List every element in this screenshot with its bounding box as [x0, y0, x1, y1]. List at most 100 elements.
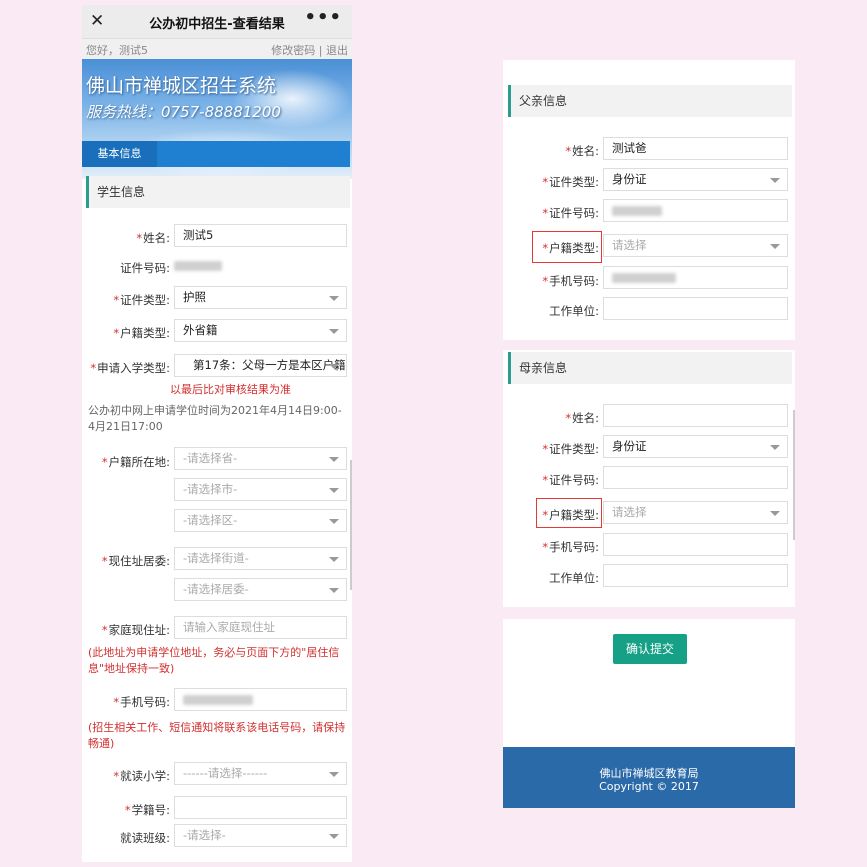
submit-button[interactable]: 确认提交: [613, 634, 687, 664]
logout-link[interactable]: 退出: [326, 44, 348, 57]
father-phone-label: *手机号码:: [542, 274, 599, 288]
hukou-type-select[interactable]: 外省籍: [174, 319, 347, 342]
section-gap: [503, 607, 795, 619]
class-label: 就读班级:: [120, 831, 170, 845]
mother-id-type-select[interactable]: 身份证: [603, 435, 788, 458]
father-name-field[interactable]: 测试爸: [603, 137, 788, 160]
user-bar: 您好，测试5 修改密码 | 退出: [82, 39, 352, 59]
redacted-value: [174, 260, 222, 271]
scrollbar[interactable]: [350, 460, 352, 590]
apply-type-select[interactable]: 第17条：父母一方是本区户籍: [174, 354, 347, 377]
id-type-label: *证件类型:: [113, 293, 170, 307]
chevron-down-icon: [329, 329, 339, 334]
class-select[interactable]: -请选择-: [174, 824, 347, 847]
residence-label: *现住址居委:: [101, 554, 170, 568]
home-address-label: *家庭现住址:: [101, 623, 170, 637]
city-select[interactable]: -请选择市-: [174, 478, 347, 501]
father-phone-field[interactable]: [603, 266, 788, 289]
site-name: 佛山市禅城区招生系统: [86, 75, 277, 97]
user-greeting: 您好，测试5: [86, 44, 148, 57]
father-id-number-field[interactable]: [603, 199, 788, 222]
chevron-down-icon: [329, 488, 339, 493]
id-type-value: 护照: [183, 290, 206, 304]
highlight-box: [536, 498, 602, 528]
primary-school-label: *就读小学:: [113, 769, 170, 783]
name-label: *姓名:: [136, 231, 170, 245]
father-id-type-select[interactable]: 身份证: [603, 168, 788, 191]
district-select[interactable]: -请选择区-: [174, 509, 347, 532]
link-separator: |: [318, 44, 323, 57]
father-employer-field[interactable]: [603, 297, 788, 320]
name-field[interactable]: 测试5: [174, 224, 347, 247]
street-select[interactable]: -请选择街道-: [174, 547, 347, 570]
hukou-type-label: *户籍类型:: [113, 326, 170, 340]
footer: 佛山市禅城区教育局 Copyright © 2017: [503, 747, 795, 808]
father-employer-label: 工作单位:: [549, 304, 599, 318]
chevron-down-icon: [770, 178, 780, 183]
primary-school-select[interactable]: ------请选择------: [174, 762, 347, 785]
id-type-select[interactable]: 护照: [174, 286, 347, 309]
scrollbar[interactable]: [793, 410, 795, 540]
redacted-value: [183, 694, 253, 705]
apply-time-info: 公办初中网上申请学位时间为2021年4月14日9:00-4月21日17:00: [88, 404, 342, 433]
left-screenshot: ✕ 公办初中招生-查看结果 ••• 您好，测试5 修改密码 | 退出 佛山市禅城…: [82, 5, 352, 862]
chevron-down-icon: [329, 364, 339, 369]
chevron-down-icon: [329, 834, 339, 839]
mother-id-number-label: *证件号码:: [542, 473, 599, 487]
mother-id-number-field[interactable]: [603, 466, 788, 489]
father-hukou-type-select[interactable]: 请选择: [603, 234, 788, 257]
mother-hukou-type-select[interactable]: 请选择: [603, 501, 788, 524]
address-note: (此地址为申请学位地址，务必与页面下方的"居住信息"地址保持一致): [88, 646, 340, 675]
phone-note: (招生相关工作、短信通知将联系该电话号码，请保持畅通): [88, 721, 346, 750]
id-number-value: [174, 258, 222, 272]
father-id-type-label: *证件类型:: [542, 175, 599, 189]
mother-employer-label: 工作单位:: [549, 571, 599, 585]
home-address-input[interactable]: 请输入家庭现住址: [174, 616, 347, 639]
user-links: 修改密码 | 退出: [271, 42, 348, 58]
committee-select[interactable]: -请选择居委-: [174, 578, 347, 601]
apply-note: 以最后比对审核结果为准: [170, 383, 291, 396]
more-options-icon[interactable]: •••: [304, 7, 342, 28]
chevron-down-icon: [329, 557, 339, 562]
hotline: 服务热线：0757-88881200: [86, 103, 281, 121]
province-select[interactable]: -请选择省-: [174, 447, 347, 470]
chevron-down-icon: [770, 244, 780, 249]
chevron-down-icon: [329, 519, 339, 524]
chevron-down-icon: [770, 511, 780, 516]
father-id-number-label: *证件号码:: [542, 206, 599, 220]
nav-bar: 基本信息: [82, 141, 350, 167]
mother-name-label: *姓名:: [565, 411, 599, 425]
section-mother-info: 母亲信息: [508, 352, 792, 384]
tab-basic-info[interactable]: 基本信息: [82, 141, 157, 167]
hukou-type-value: 外省籍: [183, 323, 218, 337]
hukou-location-label: *户籍所在地:: [101, 455, 170, 469]
mother-employer-field[interactable]: [603, 564, 788, 587]
phone-input[interactable]: [174, 688, 347, 711]
mother-phone-label: *手机号码:: [542, 540, 599, 554]
id-number-label: 证件号码:: [120, 261, 170, 275]
chevron-down-icon: [329, 588, 339, 593]
footer-org: 佛山市禅城区教育局: [599, 767, 699, 780]
section-gap: [503, 340, 795, 350]
change-password-link[interactable]: 修改密码: [271, 44, 315, 57]
redacted-value: [612, 205, 662, 216]
section-student-info: 学生信息: [86, 176, 350, 208]
chevron-down-icon: [770, 445, 780, 450]
mother-id-type-label: *证件类型:: [542, 442, 599, 456]
header-banner: 佛山市禅城区招生系统 服务热线：0757-88881200 基本信息: [82, 59, 352, 179]
redacted-value: [612, 272, 676, 283]
chevron-down-icon: [329, 296, 339, 301]
highlight-box: [532, 231, 602, 263]
apply-type-label: *申请入学类型:: [90, 361, 170, 375]
footer-copyright: Copyright © 2017: [599, 780, 699, 793]
apply-type-value: 第17条：父母一方是本区户籍: [193, 358, 346, 372]
phone-label: *手机号码:: [113, 695, 170, 709]
section-father-info: 父亲信息: [508, 85, 792, 117]
father-name-label: *姓名:: [565, 144, 599, 158]
mother-name-field[interactable]: [603, 404, 788, 427]
chevron-down-icon: [329, 457, 339, 462]
student-number-label: *学籍号:: [124, 803, 170, 817]
student-number-input[interactable]: [174, 796, 347, 819]
right-screenshot: 父亲信息 *姓名: 测试爸 *证件类型: 身份证 *证件号码: *户籍类型: 请…: [503, 60, 795, 808]
mother-phone-field[interactable]: [603, 533, 788, 556]
